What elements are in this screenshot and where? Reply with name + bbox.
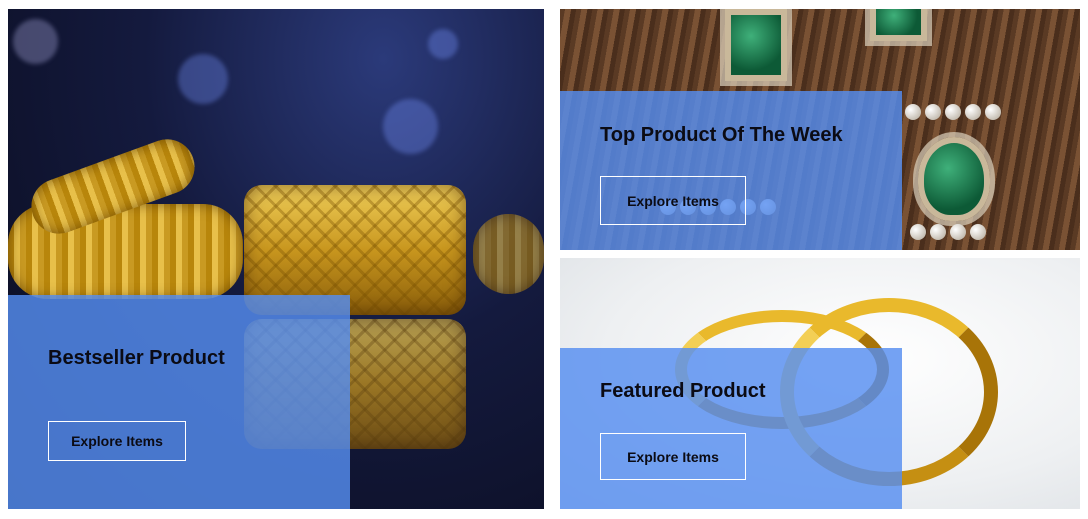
banner-title: Featured Product: [600, 380, 766, 402]
banner-top-product-week: Top Product Of The Week Explore Items: [560, 9, 1080, 250]
banner-featured-product: Featured Product Explore Items: [560, 258, 1080, 509]
explore-items-button[interactable]: Explore Items: [600, 433, 746, 480]
banner-title: Top Product Of The Week: [600, 124, 843, 146]
banner-overlay-panel: [8, 295, 350, 509]
banner-overlay-panel: [560, 348, 902, 509]
banner-title: Bestseller Product: [48, 347, 225, 369]
explore-items-button[interactable]: Explore Items: [600, 176, 746, 225]
banner-overlay-panel: [560, 91, 902, 250]
explore-items-button[interactable]: Explore Items: [48, 421, 186, 461]
banner-bestseller: Bestseller Product Explore Items: [8, 9, 544, 509]
